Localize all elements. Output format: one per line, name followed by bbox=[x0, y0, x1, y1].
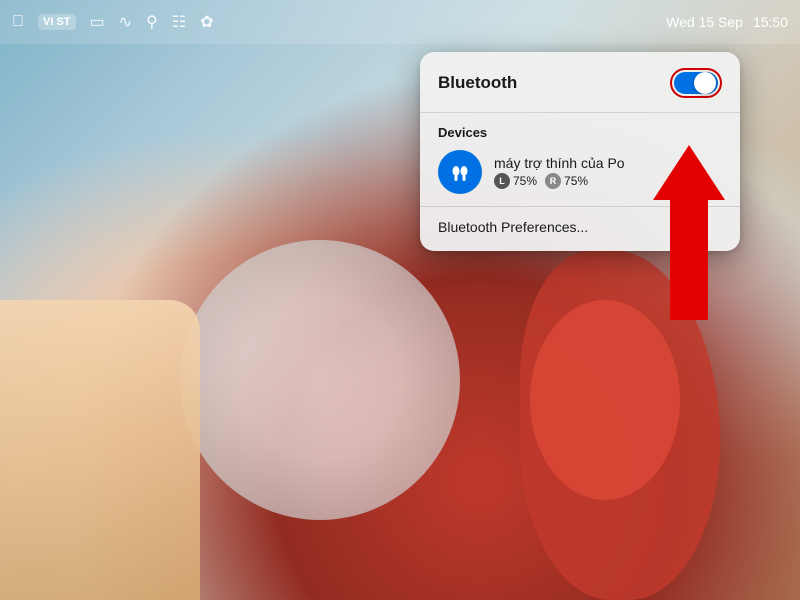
devices-label: Devices bbox=[438, 125, 722, 140]
arrow-head bbox=[653, 145, 725, 200]
control-center-icon[interactable]: ☷ bbox=[172, 12, 186, 32]
battery-left: L 75% bbox=[494, 173, 537, 189]
language-indicator[interactable]: VI ST bbox=[38, 14, 76, 30]
device-icon bbox=[438, 150, 482, 194]
battery-r-value: 75% bbox=[564, 174, 588, 188]
apple-icon[interactable]:  bbox=[12, 13, 24, 31]
bluetooth-toggle-border bbox=[670, 68, 722, 98]
bg-decoration-face bbox=[0, 300, 200, 600]
menu-bar-right: Wed 15 Sep 15:50 bbox=[666, 14, 788, 30]
popup-title: Bluetooth bbox=[438, 73, 517, 93]
search-icon[interactable]: ⚲ bbox=[146, 12, 158, 32]
red-arrow-annotation bbox=[653, 145, 725, 320]
airpods-icon bbox=[446, 158, 474, 186]
arrow-body bbox=[670, 200, 708, 320]
popup-header: Bluetooth bbox=[420, 52, 740, 112]
bg-decoration-circle bbox=[180, 240, 460, 520]
device-info: máy trợ thính của Po L 75% R 75% bbox=[494, 155, 625, 189]
toggle-thumb bbox=[694, 72, 716, 94]
bg-decoration-red2 bbox=[530, 300, 680, 500]
battery-icon: ▭ bbox=[90, 12, 105, 32]
siri-icon[interactable]: ✿ bbox=[200, 12, 213, 32]
battery-r-dot: R bbox=[545, 173, 561, 189]
menu-bar-left:  VI ST ▭ ∿ ⚲ ☷ ✿ bbox=[12, 12, 214, 32]
device-battery: L 75% R 75% bbox=[494, 173, 625, 189]
wifi-icon: ∿ bbox=[119, 12, 132, 32]
battery-l-dot: L bbox=[494, 173, 510, 189]
bluetooth-preferences-link[interactable]: Bluetooth Preferences... bbox=[438, 219, 588, 235]
menu-bar-time: 15:50 bbox=[753, 14, 788, 30]
menu-bar:  VI ST ▭ ∿ ⚲ ☷ ✿ Wed 15 Sep 15:50 bbox=[0, 0, 800, 44]
device-name: máy trợ thính của Po bbox=[494, 155, 625, 171]
battery-l-value: 75% bbox=[513, 174, 537, 188]
bluetooth-toggle[interactable] bbox=[674, 72, 718, 94]
battery-right: R 75% bbox=[545, 173, 588, 189]
menu-bar-date: Wed 15 Sep bbox=[666, 14, 743, 30]
